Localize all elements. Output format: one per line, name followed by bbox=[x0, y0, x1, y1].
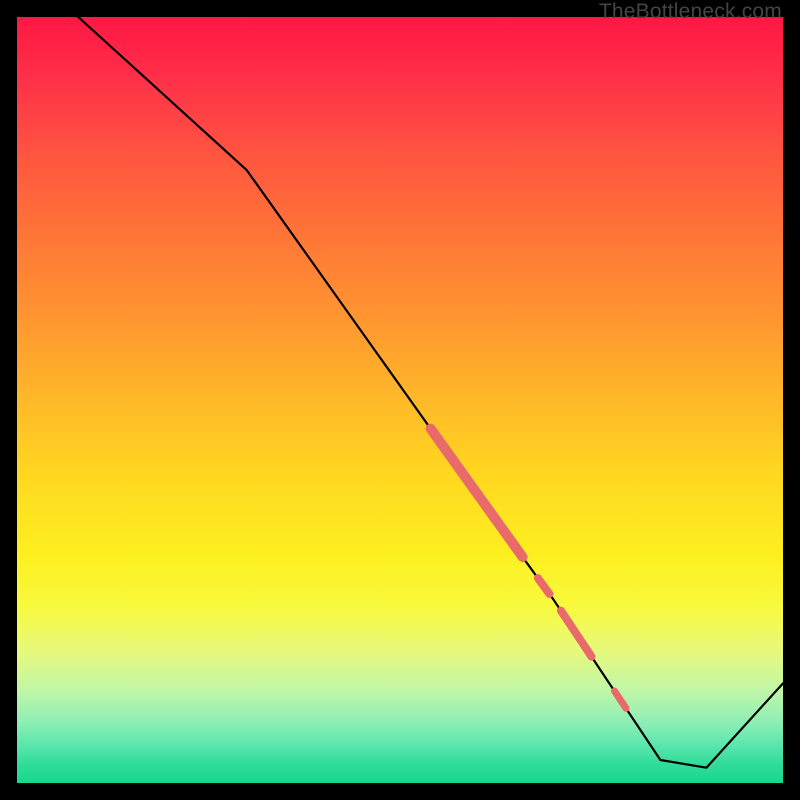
bottleneck-curve-path bbox=[17, 17, 783, 768]
highlight-segment-main bbox=[431, 429, 523, 557]
highlight-segment-small bbox=[561, 611, 592, 657]
highlight-dot-1 bbox=[538, 578, 550, 594]
highlight-dot-2 bbox=[615, 691, 627, 708]
chart-overlay bbox=[17, 17, 783, 783]
watermark-text: TheBottleneck.com bbox=[599, 0, 782, 24]
